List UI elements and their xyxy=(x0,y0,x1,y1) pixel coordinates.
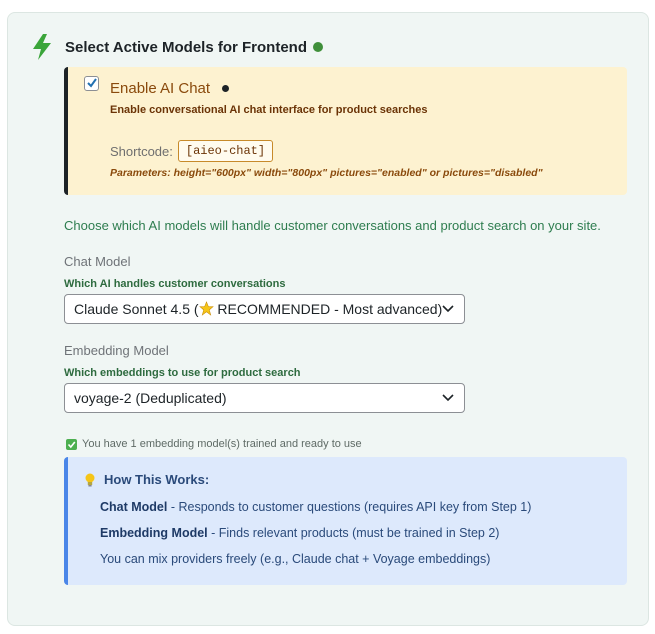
how-it-works-item: You can mix providers freely (e.g., Clau… xyxy=(100,552,491,566)
enable-chat-title[interactable]: Enable AI Chat xyxy=(110,80,230,97)
embedding-status-text: You have 1 embedding model(s) trained an… xyxy=(82,438,362,450)
enable-chat-checkbox[interactable] xyxy=(84,76,99,91)
shortcode-parameters: Parameters: height="600px" width="800px"… xyxy=(110,167,543,179)
lightbulb-icon xyxy=(85,473,95,486)
embedding-model-label: Embedding Model xyxy=(64,343,169,358)
enable-chat-description: Enable conversational AI chat interface … xyxy=(110,104,428,116)
check-box-icon xyxy=(66,438,77,450)
shortcode-value[interactable]: [aieo-chat] xyxy=(177,140,274,162)
chat-model-selected-suffix: RECOMMENDED - Most advanced) xyxy=(213,301,443,317)
chat-model-select[interactable]: Claude Sonnet 4.5 ( RECOMMENDED - Most a… xyxy=(64,294,465,324)
chevron-down-icon xyxy=(442,305,454,313)
enable-chat-box: Enable AI Chat Enable conversational AI … xyxy=(64,67,627,195)
how-it-works-item: Chat Model - Responds to customer questi… xyxy=(100,500,532,514)
lightning-bolt-icon xyxy=(33,34,51,60)
chevron-down-icon xyxy=(442,394,454,402)
shortcode-label: Shortcode: xyxy=(110,143,173,159)
section-header: Select Active Models for Frontend xyxy=(32,34,323,60)
shortcode-row: Shortcode: [aieo-chat] xyxy=(110,140,274,162)
intro-text: Choose which AI models will handle custo… xyxy=(64,218,601,233)
star-icon xyxy=(198,301,214,316)
embedding-model-selected: voyage-2 (Deduplicated) xyxy=(74,390,227,406)
chat-model-label: Chat Model xyxy=(64,254,131,269)
how-it-works-box: How This Works: Chat Model - Responds to… xyxy=(64,457,627,585)
chat-model-help: Which AI handles customer conversations xyxy=(64,278,286,290)
embedding-model-help: Which embeddings to use for product sear… xyxy=(64,367,301,379)
embedding-status: You have 1 embedding model(s) trained an… xyxy=(66,438,362,450)
status-dot xyxy=(313,42,323,52)
status-dot-dark xyxy=(222,84,230,92)
how-it-works-title: How This Works: xyxy=(84,472,209,487)
embedding-model-select[interactable]: voyage-2 (Deduplicated) xyxy=(64,383,465,413)
how-it-works-item: Embedding Model - Finds relevant product… xyxy=(100,526,500,540)
checkmark-icon xyxy=(87,78,97,88)
section-title: Select Active Models for Frontend xyxy=(65,38,307,56)
chat-model-selected-prefix: Claude Sonnet 4.5 ( xyxy=(74,301,199,317)
models-panel: Select Active Models for Frontend Enable… xyxy=(7,12,649,626)
